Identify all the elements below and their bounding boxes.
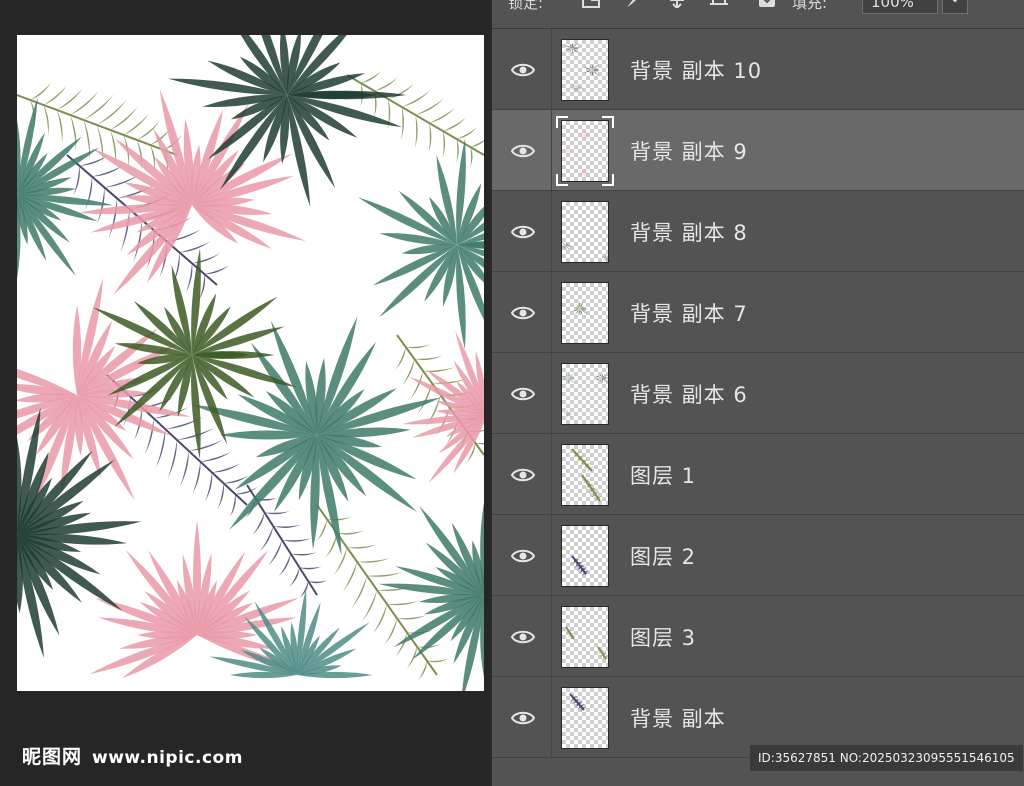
- fill-label: 填充:: [792, 0, 828, 12]
- eye-icon: [511, 711, 535, 725]
- layer-row[interactable]: 图层 3: [492, 596, 1024, 677]
- palm: [600, 203, 608, 212]
- fern: [565, 626, 576, 640]
- nipic-site-url: www.nipic.com: [92, 748, 243, 768]
- lock-image-pixels-brush-icon[interactable]: [624, 0, 642, 8]
- lock-artboard-icon[interactable]: [710, 0, 728, 8]
- layer-thumbnail-art: [569, 693, 587, 712]
- layer-name[interactable]: 图层 3: [630, 622, 696, 652]
- layer-thumbnail[interactable]: [562, 688, 608, 748]
- palm: [562, 373, 575, 384]
- document-canvas[interactable]: 昵图网 www.nipic.com: [0, 0, 490, 786]
- layers-list: 背景 副本 10 背景 副本 9 背景 副本 8 背景 副本 7 背景 副本 6 图层 1…: [492, 29, 1024, 758]
- layer-name[interactable]: 背景 副本 9: [630, 136, 748, 166]
- layer-row[interactable]: 背景 副本 7: [492, 272, 1024, 353]
- image-id-tag: ID:35627851 NO:20250323095551546105: [750, 745, 1023, 771]
- layer-name[interactable]: 背景 副本 8: [630, 217, 748, 247]
- fern: [571, 448, 594, 472]
- layer-thumbnail[interactable]: [562, 445, 608, 505]
- layer-thumbnail[interactable]: [562, 202, 608, 262]
- layer-thumbnail-art: [571, 555, 589, 576]
- palm: [594, 373, 608, 384]
- fill-opacity-dropdown[interactable]: [942, 0, 968, 14]
- palm: [570, 299, 589, 316]
- layer-thumbnail[interactable]: [562, 364, 608, 424]
- palm: [601, 252, 608, 262]
- palm: [583, 63, 601, 77]
- layer-name[interactable]: 图层 1: [630, 460, 696, 490]
- layer-visibility-toggle[interactable]: [492, 191, 552, 271]
- lock-position-move-icon[interactable]: [668, 0, 686, 8]
- fern: [571, 555, 589, 576]
- layer-thumbnail[interactable]: [562, 40, 608, 100]
- eye-icon: [511, 630, 535, 644]
- layer-name[interactable]: 背景 副本 10: [630, 55, 762, 85]
- teal-fan-palm: [378, 502, 484, 691]
- layer-visibility-toggle[interactable]: [492, 434, 552, 514]
- teal-fan-palm: [357, 138, 484, 350]
- nipic-watermark: 昵图网 www.nipic.com: [22, 742, 243, 772]
- layer-thumbnail[interactable]: [562, 121, 608, 181]
- fern: [581, 474, 602, 502]
- layer-row[interactable]: 图层 2: [492, 515, 1024, 596]
- layer-visibility-toggle[interactable]: [492, 29, 552, 109]
- palm: [569, 82, 584, 94]
- layer-visibility-toggle[interactable]: [492, 515, 552, 595]
- palm: [576, 168, 591, 179]
- layer-visibility-toggle[interactable]: [492, 677, 552, 757]
- layer-row[interactable]: 背景 副本 9: [492, 110, 1024, 191]
- layer-row[interactable]: 背景 副本 8: [492, 191, 1024, 272]
- layer-visibility-toggle[interactable]: [492, 353, 552, 433]
- layer-row[interactable]: 图层 1: [492, 434, 1024, 515]
- palm: [576, 130, 591, 141]
- fern: [569, 693, 587, 712]
- eye-icon: [511, 144, 535, 158]
- fill-opacity-input[interactable]: 100%: [862, 0, 938, 14]
- nipic-logo-text: 昵图网: [22, 746, 83, 768]
- chevron-down-icon: [952, 0, 958, 3]
- eye-icon: [511, 387, 535, 401]
- lock-all-icon[interactable]: [758, 0, 776, 8]
- palm: [563, 145, 573, 156]
- layer-thumbnail-art: [562, 203, 608, 262]
- layer-visibility-toggle[interactable]: [492, 110, 552, 190]
- palm: [562, 241, 573, 251]
- layer-thumbnail[interactable]: [562, 526, 608, 586]
- layer-row[interactable]: 背景 副本 10: [492, 29, 1024, 110]
- layer-name[interactable]: 背景 副本 6: [630, 379, 748, 409]
- layer-thumbnail-art: [570, 299, 589, 316]
- lock-label: 锁定:: [508, 0, 544, 12]
- layer-name[interactable]: 背景 副本 7: [630, 298, 748, 328]
- tropical-leaf-pattern: [17, 35, 484, 691]
- layer-visibility-toggle[interactable]: [492, 272, 552, 352]
- layer-thumbnail-art: [565, 626, 608, 660]
- layer-name[interactable]: 图层 2: [630, 541, 696, 571]
- layer-thumbnail-art: [563, 130, 591, 179]
- layers-lock-toolbar: 锁定: 填充: 100%: [492, 0, 1024, 29]
- palm: [563, 42, 580, 55]
- layer-thumbnail[interactable]: [562, 283, 608, 343]
- layers-panel: 锁定: 填充: 100% 背景 副本 10 背景 副本 9 背景 副本 8 背景 副本…: [490, 0, 1024, 786]
- layer-thumbnail-art: [562, 373, 608, 419]
- eye-icon: [511, 225, 535, 239]
- palm: [563, 408, 573, 419]
- lock-transparent-pixels-icon[interactable]: [582, 0, 600, 8]
- layer-thumbnail-art: [563, 42, 601, 94]
- layer-name[interactable]: 背景 副本: [630, 703, 726, 733]
- eye-icon: [511, 63, 535, 77]
- layer-thumbnail-art: [571, 448, 602, 502]
- eye-icon: [511, 549, 535, 563]
- tropical-leaf-artwork: [17, 35, 484, 691]
- eye-icon: [511, 306, 535, 320]
- layer-row[interactable]: 背景 副本 6: [492, 353, 1024, 434]
- eye-icon: [511, 468, 535, 482]
- layer-visibility-toggle[interactable]: [492, 596, 552, 676]
- fern: [597, 646, 608, 660]
- layer-thumbnail[interactable]: [562, 607, 608, 667]
